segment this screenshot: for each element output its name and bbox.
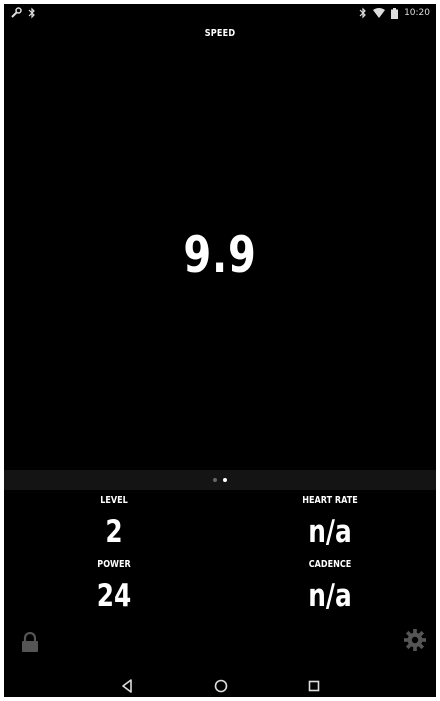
page-dot-active [223, 478, 227, 482]
cadence-value: n/a [308, 578, 352, 614]
gear-icon[interactable] [404, 629, 426, 651]
power-value: 24 [96, 578, 132, 614]
battery-icon [391, 7, 399, 19]
recents-icon [308, 680, 320, 692]
lock-icon[interactable] [21, 632, 39, 652]
home-button[interactable] [209, 674, 233, 697]
speed-value: 9.9 [183, 226, 257, 284]
recents-button[interactable] [302, 674, 326, 697]
heart-rate-label: HEART RATE [302, 495, 358, 506]
navigation-bar [4, 674, 436, 697]
power-label: POWER [97, 559, 131, 570]
level-value: 2 [105, 514, 123, 550]
level-label: LEVEL [100, 495, 128, 506]
cadence-label: CADENCE [308, 559, 352, 570]
device-screen: 10:20 SPEED 9.9 LEVEL 2 POWER 24 HEART R… [4, 4, 436, 697]
bluetooth-icon [28, 7, 35, 19]
page-title: SPEED [204, 28, 236, 39]
bluetooth-icon [359, 7, 366, 19]
home-icon [214, 679, 228, 693]
status-bar: 10:20 [4, 4, 436, 26]
page-indicator [4, 470, 436, 490]
status-time: 10:20 [404, 8, 430, 18]
back-button[interactable] [115, 674, 139, 697]
wifi-icon [373, 8, 386, 18]
wrench-icon [11, 7, 22, 18]
page-dot [213, 478, 217, 482]
back-icon [122, 679, 132, 693]
heart-rate-value: n/a [308, 514, 352, 550]
pager-strip[interactable] [4, 470, 436, 490]
